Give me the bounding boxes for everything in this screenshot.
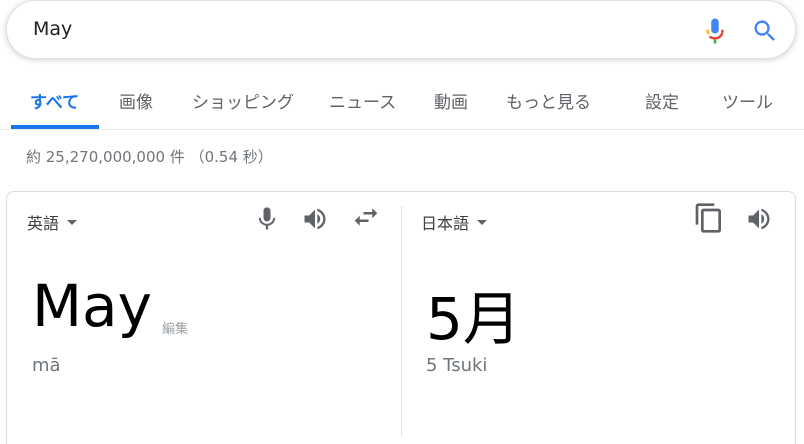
source-language-label: 英語 — [27, 214, 60, 233]
tab-videos[interactable]: 動画 — [434, 88, 468, 113]
search-icon[interactable] — [751, 17, 779, 45]
speaker-icon[interactable] — [301, 204, 329, 234]
tabs-divider — [0, 129, 804, 130]
microphone-icon[interactable] — [700, 16, 730, 46]
result-stats: 約 25,270,000,000 件 （0.54 秒） — [26, 148, 273, 166]
target-pronunciation: 5 Tsuki — [426, 355, 488, 376]
tab-all[interactable]: すべて — [30, 88, 79, 113]
chevron-down-icon — [67, 220, 78, 225]
target-language-label: 日本語 — [421, 214, 470, 233]
source-pronunciation: mā — [32, 355, 61, 376]
tab-more[interactable]: もっと見る — [506, 88, 591, 113]
target-language-select[interactable]: 日本語 — [421, 210, 488, 234]
copy-icon[interactable] — [693, 201, 725, 235]
chevron-down-icon — [477, 220, 488, 225]
tab-images[interactable]: 画像 — [119, 88, 153, 113]
target-text: 5月 — [426, 285, 521, 353]
microphone-icon[interactable] — [253, 204, 281, 234]
search-bar[interactable]: May — [6, 0, 796, 59]
speaker-icon[interactable] — [745, 204, 773, 234]
source-text: May — [32, 272, 152, 340]
edit-link[interactable]: 編集 — [162, 318, 188, 337]
tab-shopping[interactable]: ショッピング — [192, 88, 294, 113]
source-language-select[interactable]: 英語 — [27, 210, 78, 234]
tab-news[interactable]: ニュース — [329, 88, 396, 113]
swap-languages-icon[interactable] — [351, 202, 381, 232]
search-input[interactable]: May — [33, 18, 72, 40]
search-tabs: すべて 画像 ショッピング ニュース 動画 もっと見る 設定 ツール — [0, 62, 804, 130]
tab-tools[interactable]: ツール — [722, 88, 773, 113]
tab-settings[interactable]: 設定 — [645, 88, 679, 113]
pane-divider — [401, 206, 402, 436]
translate-card: 英語 May 編集 mā 日本語 5月 5 Tsuki — [6, 191, 796, 444]
